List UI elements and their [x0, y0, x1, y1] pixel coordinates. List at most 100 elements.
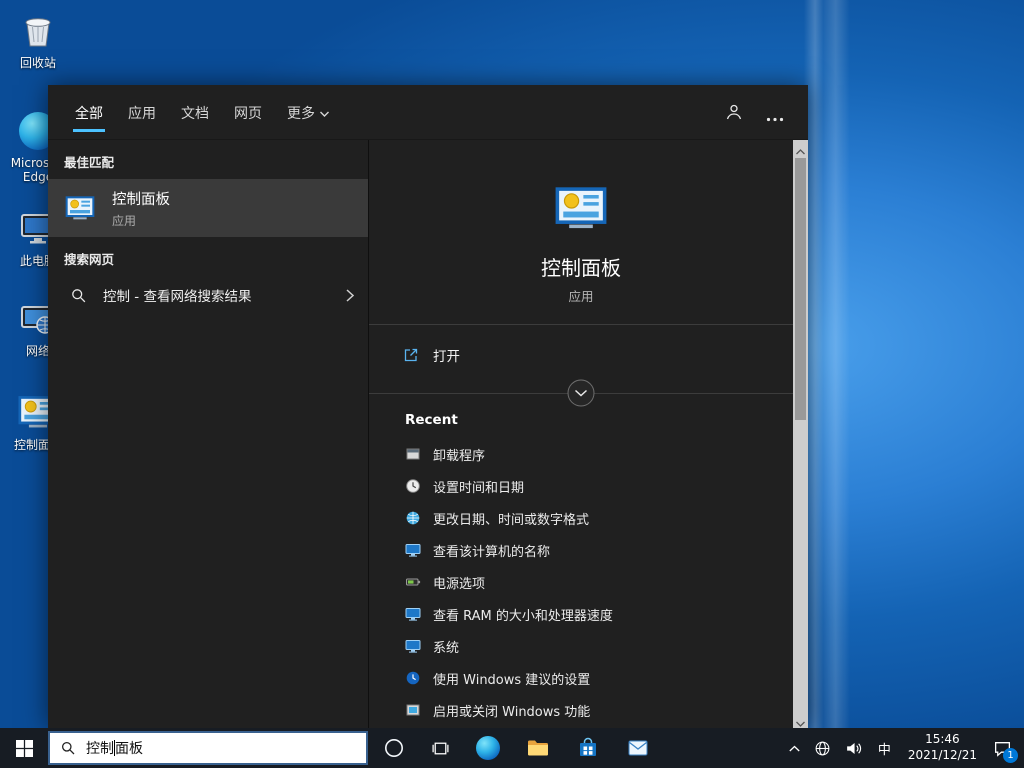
recent-item[interactable]: 电源选项: [369, 566, 793, 598]
cortana-icon: [384, 738, 404, 758]
edge-icon: [476, 736, 500, 760]
taskbar-app-store[interactable]: [566, 728, 610, 768]
windows-logo-icon: [16, 740, 33, 757]
taskbar: 控制面板: [0, 728, 1024, 768]
chevron-down-icon: [320, 105, 329, 121]
recent-header: Recent: [405, 412, 458, 428]
taskbar-app-mail[interactable]: [616, 728, 660, 768]
recent-item-label: 设置时间和日期: [433, 477, 524, 496]
open-action[interactable]: 打开: [369, 338, 793, 372]
taskbar-app-file-explorer[interactable]: [516, 728, 560, 768]
expand-chevron-button[interactable]: [567, 379, 595, 407]
start-button[interactable]: [0, 728, 48, 768]
desktop-icon-label: 回收站: [5, 57, 71, 71]
monitor-icon: [405, 638, 421, 654]
recent-item-label: 查看 RAM 的大小和处理器速度: [433, 605, 613, 624]
clock-date: 2021/12/21: [908, 748, 977, 764]
taskbar-app-edge[interactable]: [466, 728, 510, 768]
recent-item[interactable]: 设置时间和日期: [369, 470, 793, 502]
tab-apps[interactable]: 应用: [128, 103, 156, 123]
recent-item-label: 查看该计算机的名称: [433, 541, 550, 560]
web-search-result[interactable]: 控制 - 查看网络搜索结果: [48, 276, 368, 314]
best-match-result[interactable]: 控制面板 应用: [48, 179, 368, 237]
control-panel-icon-large: [369, 182, 793, 238]
windows-features-icon: [405, 702, 421, 718]
recent-item[interactable]: 查看 RAM 的大小和处理器速度: [369, 598, 793, 630]
tray-overflow-button[interactable]: [782, 728, 807, 768]
desktop: 回收站 Microsoft Edge 此电脑 网络: [0, 0, 1024, 768]
tab-all[interactable]: 全部: [75, 103, 103, 123]
monitor-icon: [405, 542, 421, 558]
web-search-text: 控制 - 查看网络搜索结果: [103, 285, 346, 305]
power-battery-icon: [405, 574, 421, 590]
ime-indicator[interactable]: 中: [869, 739, 900, 758]
search-icon: [70, 287, 87, 304]
tab-documents[interactable]: 文档: [181, 103, 209, 123]
open-label: 打开: [433, 345, 460, 365]
program-box-icon: [405, 446, 421, 462]
mail-icon: [626, 736, 650, 760]
clock-icon: [405, 478, 421, 494]
recent-item[interactable]: 卸载程序: [369, 438, 793, 470]
recent-item[interactable]: 启用或关闭 Windows 功能: [369, 694, 793, 726]
recent-item-label: 卸载程序: [433, 445, 485, 464]
taskbar-search-input[interactable]: 控制面板: [48, 731, 368, 765]
recent-item-label: 更改日期、时间或数字格式: [433, 509, 589, 528]
result-preview-pane: 控制面板 应用 打开 Recent 卸载程序: [368, 140, 793, 728]
preview-title: 控制面板: [369, 252, 793, 281]
desktop-icon-recycle-bin[interactable]: 回收站: [5, 10, 71, 71]
tab-web[interactable]: 网页: [234, 103, 262, 123]
recent-item[interactable]: 查看该计算机的名称: [369, 534, 793, 566]
divider: [369, 324, 793, 325]
speaker-icon: [845, 740, 862, 757]
search-flyout-panel: 全部 应用 文档 网页 更多 最佳匹配: [48, 85, 808, 728]
preview-subtitle: 应用: [369, 286, 793, 305]
globe-network-icon: [814, 740, 831, 757]
search-suggestion-text: 面板: [115, 741, 143, 757]
chevron-right-icon[interactable]: [346, 289, 354, 302]
control-panel-icon: [64, 193, 96, 223]
recent-item[interactable]: 系统: [369, 630, 793, 662]
globe-region-icon: [405, 510, 421, 526]
account-icon[interactable]: [724, 102, 744, 126]
search-filter-tabs: 全部 应用 文档 网页 更多: [48, 85, 808, 140]
open-icon: [403, 347, 419, 363]
monitor-icon: [405, 606, 421, 622]
recent-item[interactable]: 更改日期、时间或数字格式: [369, 502, 793, 534]
search-icon: [60, 740, 76, 756]
best-match-type: 应用: [112, 212, 170, 229]
recent-item-label: 电源选项: [433, 573, 485, 592]
recent-item[interactable]: 使用 Windows 建议的设置: [369, 662, 793, 694]
search-results-list: 最佳匹配 控制面板 应用 搜索网页: [48, 140, 368, 728]
best-match-header: 最佳匹配: [48, 140, 368, 179]
network-status-button[interactable]: [807, 728, 838, 768]
scrollbar[interactable]: [793, 140, 808, 728]
scroll-down-icon[interactable]: [793, 712, 808, 728]
tab-more-label: 更多: [287, 106, 315, 122]
search-typed-text: 控制: [86, 741, 114, 757]
recycle-bin-icon: [18, 10, 58, 50]
volume-button[interactable]: [838, 728, 869, 768]
notification-badge: 1: [1003, 748, 1018, 763]
settings-clock-icon: [405, 670, 421, 686]
recent-list: 卸载程序 设置时间和日期 更改日期、时间或数字格式 查看该计算机的名称: [369, 438, 793, 726]
cortana-button[interactable]: [372, 728, 416, 768]
chevron-up-icon: [789, 745, 800, 752]
scroll-up-icon[interactable]: [793, 140, 808, 156]
file-explorer-icon: [526, 736, 550, 760]
recent-item-label: 使用 Windows 建议的设置: [433, 669, 590, 688]
recent-item-label: 系统: [433, 637, 459, 656]
task-view-icon: [431, 739, 450, 758]
web-search-header: 搜索网页: [48, 237, 368, 276]
more-options-icon[interactable]: [766, 107, 784, 126]
task-view-button[interactable]: [418, 728, 462, 768]
store-icon: [576, 736, 600, 760]
action-center-button[interactable]: 1: [985, 728, 1024, 768]
system-tray: 中 15:46 2021/12/21 1: [782, 728, 1024, 768]
recent-item-label: 启用或关闭 Windows 功能: [433, 701, 590, 720]
tab-more[interactable]: 更多: [287, 103, 329, 123]
best-match-title: 控制面板: [112, 188, 170, 209]
clock-time: 15:46: [908, 732, 977, 748]
scrollbar-thumb[interactable]: [795, 158, 806, 420]
taskbar-clock[interactable]: 15:46 2021/12/21: [900, 732, 985, 763]
